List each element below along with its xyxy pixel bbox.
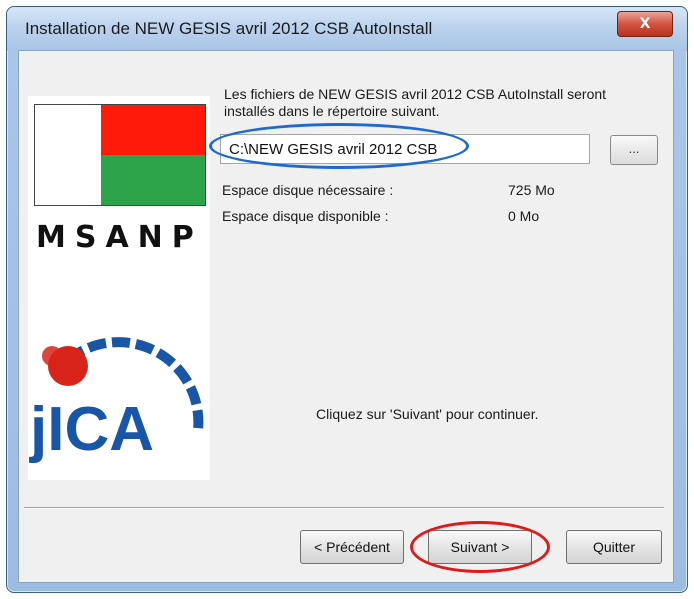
window-title: Installation de NEW GESIS avril 2012 CSB…: [25, 19, 433, 38]
madagascar-flag-logo: [34, 104, 206, 206]
flag-white-band: [35, 105, 101, 205]
close-button[interactable]: x: [617, 11, 673, 37]
jica-logo: jICA: [29, 337, 204, 464]
path-highlight-circle: [209, 123, 469, 169]
continue-hint: Cliquez sur 'Suivant' pour continuer.: [316, 406, 539, 422]
flag-green-band: [101, 155, 205, 205]
title-bar[interactable]: Installation de NEW GESIS avril 2012 CSB…: [7, 7, 687, 51]
quit-button[interactable]: Quitter: [566, 530, 662, 564]
space-available-label: Espace disque disponible :: [222, 208, 389, 224]
close-icon: x: [639, 12, 651, 33]
previous-button[interactable]: < Précédent: [300, 530, 404, 564]
space-available-value: 0 Mo: [508, 208, 540, 224]
space-required-value: 725 Mo: [508, 182, 555, 198]
flag-red-band: [101, 105, 205, 155]
logo-panel: MSANP jICA: [28, 96, 210, 480]
space-required-label: Espace disque nécessaire :: [222, 182, 394, 198]
install-description: Les fichiers de NEW GESIS avril 2012 CSB…: [224, 86, 607, 119]
browse-button[interactable]: ...: [610, 135, 658, 165]
svg-text:jICA: jICA: [29, 395, 154, 464]
msanp-logo-text: MSANP: [36, 220, 203, 255]
button-separator: [24, 507, 664, 509]
next-highlight-circle: [410, 521, 550, 573]
